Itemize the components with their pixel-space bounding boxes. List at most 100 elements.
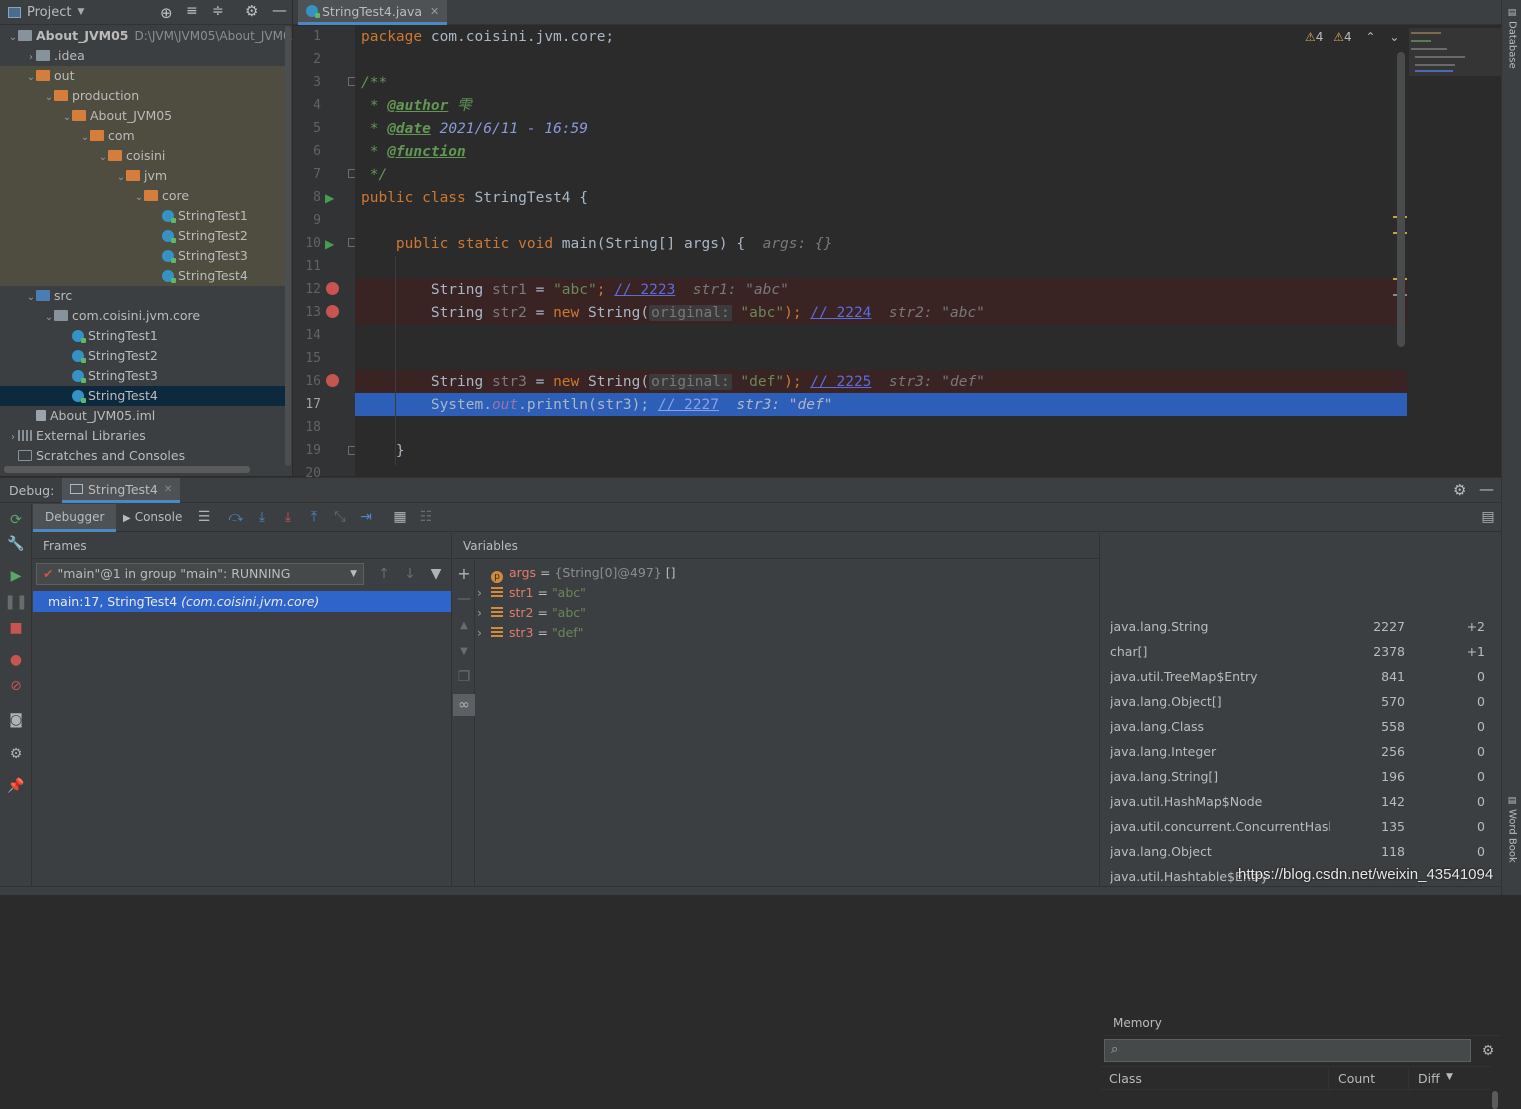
tree-item[interactable]: StringTest2 xyxy=(0,226,291,246)
memory-row[interactable]: java.lang.String 2227 +2 xyxy=(1101,614,1491,639)
memory-row[interactable]: java.lang.Class 558 0 xyxy=(1101,714,1491,739)
run-icon[interactable]: ▶ xyxy=(325,237,334,251)
step-out-icon[interactable]: ⤒ xyxy=(305,508,323,526)
resume-icon[interactable]: ▶ xyxy=(6,566,26,586)
tree-item[interactable]: ⌄ com xyxy=(0,126,291,146)
tree-item[interactable]: ⌄ production xyxy=(0,86,291,106)
gear-icon[interactable]: ⚙ xyxy=(1453,481,1466,499)
editor-scrollbar[interactable] xyxy=(1397,52,1405,347)
tree-item[interactable]: StringTest4 xyxy=(0,386,291,406)
tree-item[interactable]: StringTest2 xyxy=(0,346,291,366)
chevron-down-icon[interactable]: ⌄ xyxy=(116,168,126,188)
chevron-down-icon[interactable]: ⌄ xyxy=(44,88,54,108)
tab-stringtest4[interactable]: StringTest4.java ✕ xyxy=(298,0,448,25)
chevron-down-icon[interactable]: ▼ xyxy=(77,7,84,17)
hide-panel-icon[interactable]: — xyxy=(1479,480,1494,498)
breakpoint-icon[interactable] xyxy=(326,305,339,318)
project-view-selector[interactable]: Project xyxy=(27,5,71,20)
chevron-right-icon[interactable]: › xyxy=(26,48,36,68)
add-watch-icon[interactable]: + xyxy=(455,564,473,583)
tree-item[interactable]: StringTest3 xyxy=(0,246,291,266)
rerun-icon[interactable]: ⟳ xyxy=(6,510,26,530)
memory-search-input[interactable] xyxy=(1129,1042,1459,1059)
memory-row[interactable]: char[] 2378 +1 xyxy=(1101,639,1491,664)
chevron-right-icon[interactable]: › xyxy=(477,623,491,643)
chevron-down-icon[interactable]: ⌄ xyxy=(134,188,144,208)
arrow-down-icon[interactable]: ↓ xyxy=(401,564,419,584)
thread-selector[interactable]: ✔ "main"@1 in group "main": RUNNING ▼ xyxy=(36,563,364,585)
chevron-down-icon[interactable]: ⌄ xyxy=(1389,30,1399,44)
hide-panel-icon[interactable]: — xyxy=(272,1,287,19)
pin-icon[interactable]: 📌 xyxy=(6,776,26,796)
memory-row[interactable]: java.lang.Object[] 570 0 xyxy=(1101,689,1491,714)
tree-item[interactable]: StringTest1 xyxy=(0,326,291,346)
chevron-up-icon[interactable]: ⌃ xyxy=(1365,30,1375,44)
tab-console[interactable]: ▶ Console xyxy=(123,504,182,532)
tree-item[interactable]: ⌄ src xyxy=(0,286,291,306)
pause-icon[interactable]: ❚❚ xyxy=(4,592,27,612)
variable-row[interactable]: › str2 = "abc" xyxy=(477,603,586,623)
expand-all-icon[interactable]: ≡ xyxy=(186,3,198,19)
chevron-down-icon[interactable]: ⌄ xyxy=(26,68,36,88)
tree-item[interactable]: StringTest1 xyxy=(0,206,291,226)
debug-session-tab[interactable]: StringTest4 ✕ xyxy=(62,478,181,503)
tree-item[interactable]: About_JVM05.iml xyxy=(0,406,291,426)
tree-item[interactable]: StringTest3 xyxy=(0,366,291,386)
chevron-down-icon[interactable]: ⌄ xyxy=(8,28,18,48)
tree-item[interactable]: ⌄ About_JVM05 D:\JVM\JVM05\About_JVM05 xyxy=(0,26,292,48)
chevron-down-icon[interactable]: ⌄ xyxy=(98,148,108,168)
tree-item[interactable]: ⌄ jvm xyxy=(0,166,291,186)
memory-scrollbar[interactable] xyxy=(1492,1091,1498,1109)
project-view-icon[interactable] xyxy=(8,6,21,18)
memory-row[interactable]: java.lang.Integer 256 0 xyxy=(1101,739,1491,764)
collapse-all-icon[interactable]: ≑ xyxy=(212,3,224,19)
tree-item[interactable]: › .idea xyxy=(0,46,291,66)
memory-search-field[interactable]: ⌕ xyxy=(1104,1039,1471,1062)
chevron-down-icon[interactable]: ⌄ xyxy=(26,288,36,308)
restore-layout-icon[interactable]: ▤ xyxy=(1479,508,1497,526)
tree-item[interactable]: ⌄ coisini xyxy=(0,146,291,166)
gear-icon[interactable]: ⚙ xyxy=(1478,1041,1498,1061)
frame-row[interactable]: main:17, StringTest4 (com.coisini.jvm.co… xyxy=(33,591,451,612)
chevron-down-icon[interactable]: ⌄ xyxy=(80,128,90,148)
tree-item[interactable]: ⌄ core xyxy=(0,186,291,206)
variable-row[interactable]: › str3 = "def" xyxy=(477,623,583,643)
col-count[interactable]: Count xyxy=(1338,1071,1375,1086)
word-book-tool-button[interactable]: ▤ Word Book xyxy=(1505,796,1519,876)
stop-icon[interactable]: ■ xyxy=(6,618,26,638)
close-icon[interactable]: ✕ xyxy=(430,5,439,18)
breakpoint-icon[interactable] xyxy=(326,282,339,295)
code-editor[interactable]: package com.coisini.jvm.core; /** * @aut… xyxy=(355,26,1407,476)
chevron-down-icon[interactable]: ⌄ xyxy=(62,108,72,128)
settings-icon[interactable]: ⚙ xyxy=(6,744,26,764)
remove-watch-icon[interactable]: — xyxy=(455,590,473,608)
chevron-right-icon[interactable]: › xyxy=(477,583,491,603)
chevron-right-icon[interactable]: › xyxy=(477,603,491,623)
code-minimap[interactable] xyxy=(1407,26,1501,476)
col-class[interactable]: Class xyxy=(1109,1071,1142,1086)
tab-debugger[interactable]: Debugger xyxy=(33,504,117,532)
tree-item[interactable]: ⌄ com.coisini.jvm.core xyxy=(0,306,291,326)
variable-row[interactable]: p args = {String[0]@497} [] xyxy=(477,563,675,583)
step-into-icon[interactable]: ⤓ xyxy=(279,508,297,526)
chevron-right-icon[interactable]: › xyxy=(8,428,18,448)
variable-row[interactable]: › str1 = "abc" xyxy=(477,583,586,603)
run-to-cursor-icon[interactable]: ⇥ xyxy=(357,508,375,526)
wrench-icon[interactable]: 🔧 xyxy=(6,534,26,554)
layout-icon[interactable]: ☰ xyxy=(195,508,213,526)
chevron-down-icon[interactable]: ⌄ xyxy=(44,308,54,328)
tree-item[interactable]: › External Libraries xyxy=(0,426,291,446)
close-icon[interactable]: ✕ xyxy=(164,484,172,495)
filter-icon[interactable]: ▼ xyxy=(427,564,445,584)
run-icon[interactable]: ▶ xyxy=(325,191,334,205)
tree-horizontal-scrollbar[interactable] xyxy=(4,466,250,473)
memory-row[interactable]: java.util.TreeMap$Entry 841 0 xyxy=(1101,664,1491,689)
memory-row[interactable]: java.lang.String[] 196 0 xyxy=(1101,764,1491,789)
glasses-icon[interactable]: ∞ xyxy=(453,694,475,716)
view-breakpoints-icon[interactable]: ● xyxy=(6,650,26,670)
tree-item[interactable]: StringTest4 xyxy=(0,266,291,286)
tree-item[interactable]: Scratches and Consoles xyxy=(0,446,291,466)
drop-frame-icon[interactable]: ⤡ xyxy=(331,508,349,526)
tree-vertical-scrollbar[interactable] xyxy=(285,26,291,466)
breakpoint-icon[interactable] xyxy=(326,374,339,387)
